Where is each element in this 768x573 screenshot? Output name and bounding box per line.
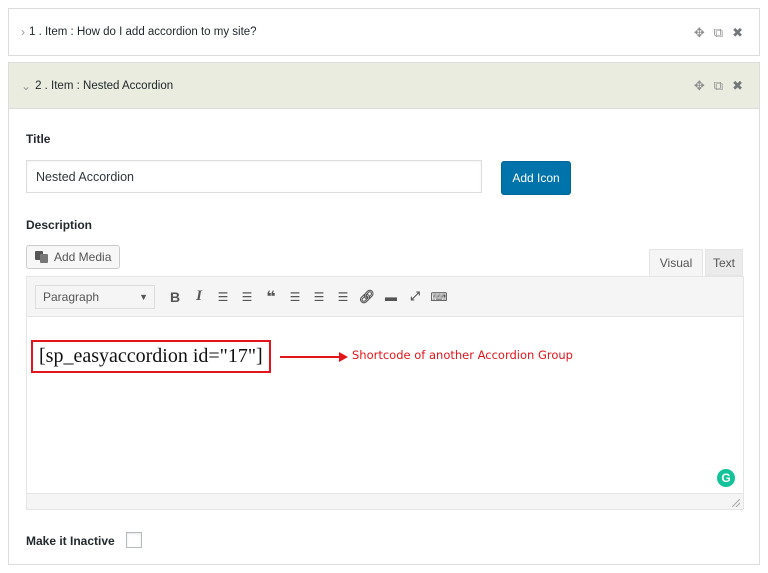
chevron-down-icon: ▼: [139, 291, 148, 302]
annotation-arrow-head: [339, 352, 348, 362]
item-actions: ✥ ⧉ ✖: [694, 26, 743, 39]
make-inactive-checkbox[interactable]: [126, 532, 142, 548]
numbered-list-icon[interactable]: ☰: [235, 285, 259, 309]
align-right-icon[interactable]: ☰: [331, 285, 355, 309]
media-icon: [35, 251, 49, 263]
add-media-label: Add Media: [54, 250, 112, 264]
add-media-button[interactable]: Add Media: [26, 245, 121, 269]
bold-icon[interactable]: B: [163, 285, 187, 309]
accordion-item-1-title: 1 . Item : How do I add accordion to my …: [29, 26, 694, 38]
close-icon[interactable]: ✖: [732, 26, 743, 39]
align-center-icon[interactable]: ☰: [307, 285, 331, 309]
format-select-value: Paragraph: [43, 289, 100, 304]
add-icon-button[interactable]: Add Icon: [501, 161, 571, 195]
tab-visual[interactable]: Visual: [649, 249, 703, 276]
move-icon[interactable]: ✥: [694, 79, 705, 92]
item-actions: ✥ ⧉ ✖: [694, 79, 743, 92]
editor-toolbar: Paragraph ▼ B I ☰ ☰ ❝ ☰ ☰ ☰ 🔗︎ ▬ ⤢ ⌨: [27, 277, 743, 317]
fullscreen-icon[interactable]: ⤢: [403, 285, 427, 309]
link-icon[interactable]: 🔗︎: [355, 285, 379, 309]
close-icon[interactable]: ✖: [732, 79, 743, 92]
move-icon[interactable]: ✥: [694, 26, 705, 39]
item-title-text: Nested Accordion: [83, 79, 174, 92]
item-title-text: How do I add accordion to my site?: [76, 26, 257, 38]
duplicate-icon[interactable]: ⧉: [714, 79, 723, 92]
chevron-down-icon: ⌄: [21, 78, 32, 93]
italic-icon[interactable]: I: [187, 285, 211, 309]
read-more-icon[interactable]: ▬: [379, 285, 403, 309]
annotation-arrow: [280, 356, 342, 358]
format-select[interactable]: Paragraph ▼: [35, 284, 155, 309]
accordion-item-2-header[interactable]: ⌄ 2 . Item : Nested Accordion ✥ ⧉ ✖: [9, 63, 759, 109]
accordion-item-1: › 1 . Item : How do I add accordion to m…: [8, 8, 760, 56]
bulleted-list-icon[interactable]: ☰: [211, 285, 235, 309]
resize-handle-icon[interactable]: [732, 499, 740, 507]
tab-text[interactable]: Text: [705, 249, 743, 276]
item-number-label: 2 . Item :: [35, 79, 80, 92]
title-label: Title: [26, 132, 51, 146]
editor-content-area[interactable]: [sp_easyaccordion id="17"] Shortcode of …: [27, 318, 743, 493]
blockquote-icon[interactable]: ❝: [259, 285, 283, 309]
accordion-item-1-header[interactable]: › 1 . Item : How do I add accordion to m…: [9, 9, 759, 55]
grammarly-icon[interactable]: G: [717, 469, 735, 487]
item-number-label: 1 . Item :: [29, 26, 74, 38]
chevron-right-icon: ›: [21, 25, 25, 39]
annotation-text: Shortcode of another Accordion Group: [352, 348, 573, 362]
duplicate-icon[interactable]: ⧉: [714, 26, 723, 39]
editor-status-bar: [27, 493, 743, 509]
shortcode-highlight: [sp_easyaccordion id="17"]: [31, 340, 271, 373]
align-left-icon[interactable]: ☰: [283, 285, 307, 309]
make-inactive-label: Make it Inactive: [26, 534, 115, 548]
rich-text-editor: Paragraph ▼ B I ☰ ☰ ❝ ☰ ☰ ☰ 🔗︎ ▬ ⤢ ⌨ [sp…: [26, 276, 744, 510]
description-label: Description: [26, 218, 93, 232]
title-input[interactable]: [26, 160, 482, 193]
accordion-item-2: ⌄ 2 . Item : Nested Accordion ✥ ⧉ ✖ Titl…: [8, 62, 760, 565]
toolbar-toggle-icon[interactable]: ⌨: [427, 285, 451, 309]
accordion-item-2-title: 2 . Item : Nested Accordion: [35, 80, 694, 92]
